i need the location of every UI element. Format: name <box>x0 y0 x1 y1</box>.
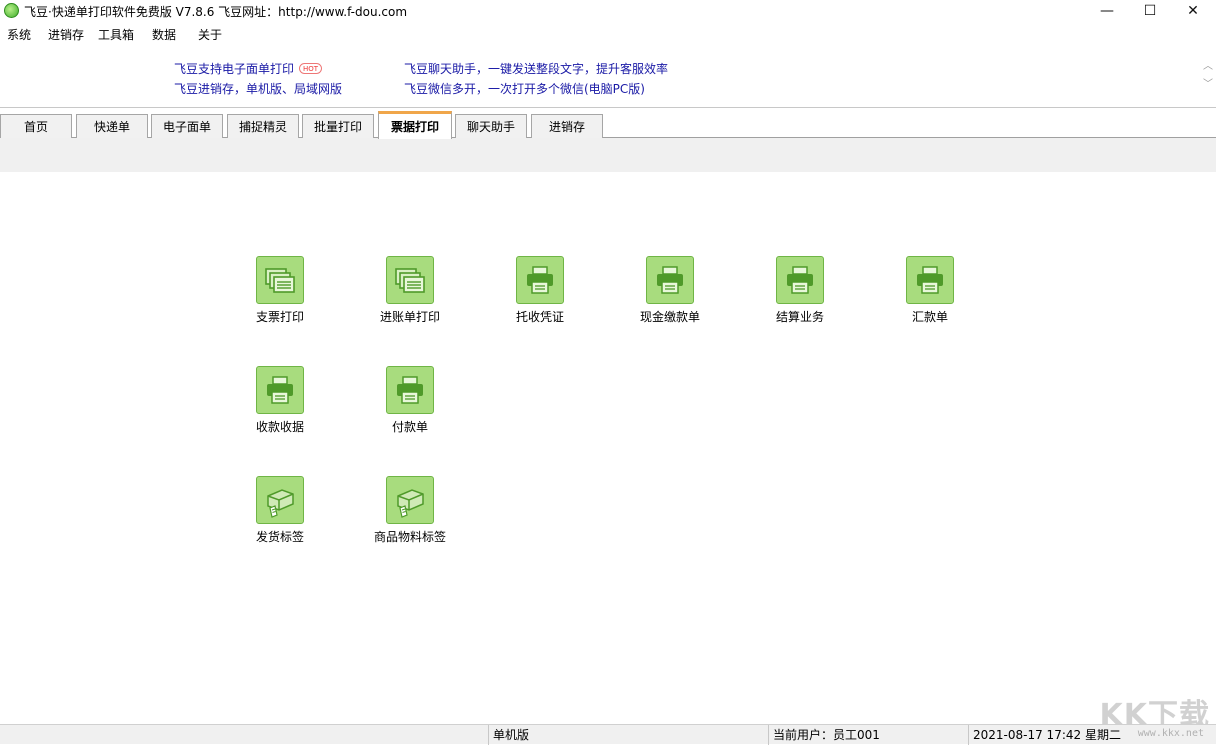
tile[interactable] <box>256 256 304 304</box>
item-shipping-label[interactable]: 发货标签 <box>230 476 330 556</box>
item-label: 进账单打印 <box>379 310 440 324</box>
printer-icon <box>397 376 423 404</box>
item-label: 商品物料标签 <box>373 530 446 544</box>
menu-about[interactable]: 关于 <box>198 26 222 43</box>
tile[interactable] <box>386 476 434 524</box>
tab-inventory[interactable]: 进销存 <box>531 114 603 138</box>
printer-icon <box>267 376 293 404</box>
title-bar: 飞豆·快递单打印软件免费版 V7.8.6 飞豆网址：http://www.f-d… <box>0 0 1216 22</box>
item-label: 发货标签 <box>255 530 304 544</box>
watermark-url: www.kkx.net <box>1137 728 1204 739</box>
tile[interactable] <box>906 256 954 304</box>
item-product-label[interactable]: 商品物料标签 <box>360 476 460 556</box>
tab-home[interactable]: 首页 <box>0 114 72 138</box>
tab-strip: 首页 快递单 电子面单 捕捉精灵 批量打印 票据打印 聊天助手 进销存 <box>0 108 1216 139</box>
item-label: 付款单 <box>391 420 428 434</box>
documents-icon <box>395 268 425 293</box>
tab-bill-print[interactable]: 票据打印 <box>378 111 452 139</box>
promo-link-wechat[interactable]: 飞豆微信多开，一次打开多个微信(电脑PC版) <box>404 80 645 97</box>
item-check-print[interactable]: 支票打印 <box>230 256 330 336</box>
close-button[interactable]: ✕ <box>1170 0 1216 22</box>
tile[interactable] <box>386 256 434 304</box>
printer-icon <box>527 266 553 294</box>
item-payment-slip[interactable]: 付款单 <box>360 366 460 446</box>
status-bar: 单机版 当前用户：员工001 2021-08-17 17:42 星期二 <box>0 724 1216 745</box>
item-deposit-slip-print[interactable]: 进账单打印 <box>360 256 460 336</box>
printer-icon <box>917 266 943 294</box>
documents-icon <box>265 268 295 293</box>
tile[interactable] <box>646 256 694 304</box>
menu-data[interactable]: 数据 <box>152 26 176 43</box>
tile[interactable] <box>516 256 564 304</box>
app-logo-icon <box>4 3 19 18</box>
label-printer-icon <box>267 489 294 518</box>
hot-badge: HOT <box>299 63 323 74</box>
item-label: 托收凭证 <box>515 310 564 324</box>
promo-link-chat[interactable]: 飞豆聊天助手，一键发送整段文字，提升客服效率 <box>404 60 668 77</box>
maximize-button[interactable]: ☐ <box>1127 0 1173 22</box>
minimize-button[interactable]: — <box>1084 0 1130 22</box>
promo-link-inventory[interactable]: 飞豆进销存，单机版、局域网版 <box>174 80 342 97</box>
menu-bar: 系统 进销存 工具箱 数据 关于 <box>0 22 1216 44</box>
item-label: 现金缴款单 <box>639 310 700 324</box>
printer-icon <box>657 266 683 294</box>
toolbar-area <box>0 138 1216 172</box>
status-mode: 单机版 <box>488 725 768 745</box>
item-label: 支票打印 <box>255 310 304 324</box>
tile[interactable] <box>386 366 434 414</box>
status-user: 当前用户：员工001 <box>768 725 968 745</box>
tab-chat-assistant[interactable]: 聊天助手 <box>455 114 527 138</box>
window-title: 飞豆·快递单打印软件免费版 V7.8.6 飞豆网址：http://www.f-d… <box>24 5 408 19</box>
promo-banner: 飞豆支持电子面单打印 HOT 飞豆进销存，单机版、局域网版 飞豆聊天助手，一键发送… <box>0 44 1216 108</box>
promo-link-eface[interactable]: 飞豆支持电子面单打印 HOT <box>174 60 323 77</box>
tab-capture[interactable]: 捕捉精灵 <box>227 114 299 138</box>
item-settlement[interactable]: 结算业务 <box>750 256 850 336</box>
item-cash-deposit-slip[interactable]: 现金缴款单 <box>620 256 720 336</box>
banner-scroll[interactable]: ︿ ﹀ <box>1202 58 1214 98</box>
tab-batch-print[interactable]: 批量打印 <box>302 114 374 138</box>
tile[interactable] <box>256 476 304 524</box>
menu-inventory[interactable]: 进销存 <box>48 26 84 43</box>
promo-link-eface-text: 飞豆支持电子面单打印 <box>174 62 295 76</box>
item-remittance[interactable]: 汇款单 <box>880 256 980 336</box>
menu-toolbox[interactable]: 工具箱 <box>98 26 134 43</box>
label-printer-icon <box>397 489 424 518</box>
printer-icon <box>787 266 813 294</box>
item-label: 结算业务 <box>775 310 824 324</box>
tab-express[interactable]: 快递单 <box>76 114 148 138</box>
item-label: 汇款单 <box>911 310 948 324</box>
menu-system[interactable]: 系统 <box>7 26 31 43</box>
chevron-up-icon[interactable]: ︿ <box>1202 58 1214 76</box>
tile[interactable] <box>776 256 824 304</box>
item-receipt[interactable]: 收款收据 <box>230 366 330 446</box>
chevron-down-icon[interactable]: ﹀ <box>1202 76 1214 94</box>
tile[interactable] <box>256 366 304 414</box>
tab-eface[interactable]: 电子面单 <box>151 114 223 138</box>
item-collection-voucher[interactable]: 托收凭证 <box>490 256 590 336</box>
item-label: 收款收据 <box>255 420 304 434</box>
